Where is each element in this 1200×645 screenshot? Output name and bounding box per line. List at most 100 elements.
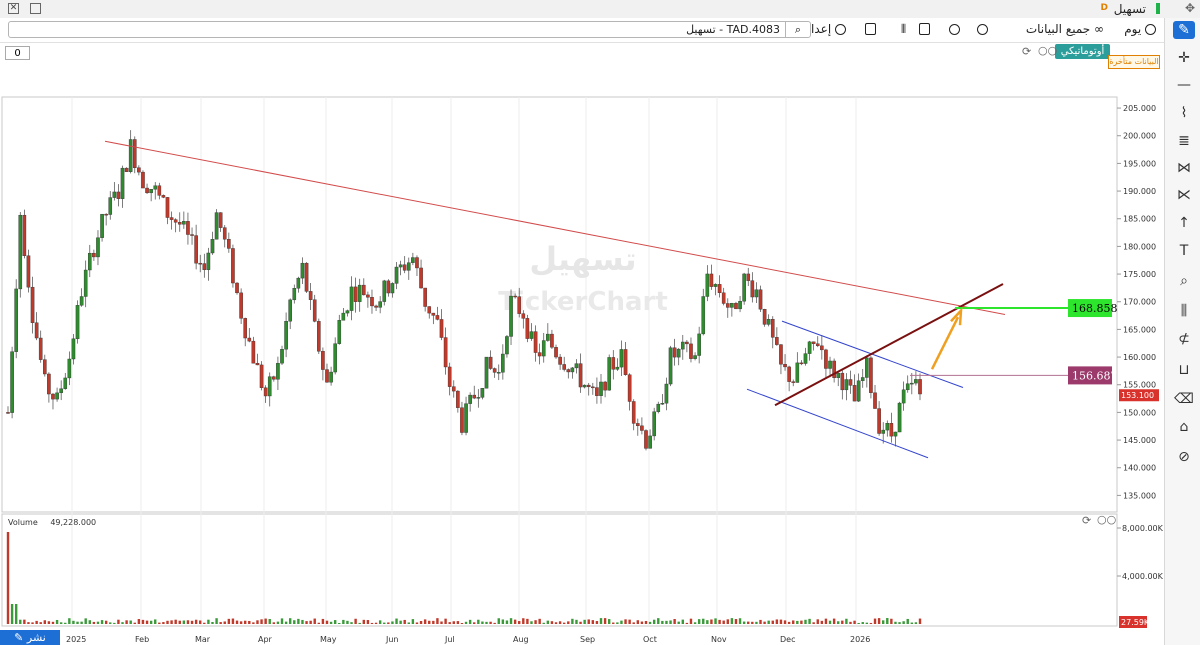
candle-body [112,191,117,198]
volume-bar [902,621,905,624]
candle-body [869,357,873,393]
auto-scale-button[interactable]: أوتوماتيكي [1055,44,1110,59]
candle-body [218,212,223,228]
candle-body [308,291,313,300]
magnet-icon[interactable]: ⊔ [1173,361,1195,379]
candle-body [488,356,493,369]
candles-button[interactable]: ⫴ [901,21,906,38]
zoom-icon[interactable]: ⌕ [1173,272,1195,290]
volume-menu-icon[interactable]: ○○ [1097,513,1116,526]
volume-bar [174,619,177,624]
refresh-icon[interactable]: ⟳ [1022,45,1031,58]
brush-icon[interactable]: ⌇ [1173,104,1195,122]
volume-bar [35,620,38,624]
candle-body [615,366,620,370]
price-tick-label: 155.000 [1123,381,1156,390]
alert-button[interactable] [949,21,960,38]
fibonacci-icon[interactable]: ≣ [1173,132,1195,150]
current-price-label: 153.100 [1121,391,1154,400]
candle-body [738,300,742,310]
candle-body [38,337,43,360]
volume-bar [853,620,856,624]
indicator-button[interactable] [977,21,988,38]
candle-body [672,347,677,358]
volume-bar [636,620,640,624]
candle-body [815,343,820,347]
candle-body [267,376,272,397]
candle-body [787,366,791,382]
circle-menu-icon[interactable]: ○○ [1038,44,1057,57]
candle-body [693,355,697,359]
candle-body [476,397,481,399]
measure-icon[interactable]: ⫼ [1173,302,1195,320]
clear-cursor-icon[interactable]: ⊄ [1173,330,1195,348]
all-data-button[interactable]: ∞ جميع البيانات [1026,21,1104,38]
hide-icon[interactable]: ⊘ [1173,448,1195,466]
volume-bar [436,618,439,624]
volume-bar [546,620,550,624]
volume-bar [215,618,218,624]
volume-bar [726,619,729,624]
symbol-search-input[interactable]: TAD.4083 - تسهيل ⌕ [8,21,811,38]
pencil-icon[interactable]: ✎ [1173,21,1195,39]
candle-body [721,292,726,304]
candle-body [137,167,141,173]
volume-bar [133,622,136,624]
volume-bar [542,622,545,624]
candle-body [357,284,362,302]
candle-body [210,239,215,254]
volume-bar [227,618,231,624]
volume-bar [14,604,18,624]
volume-bar [534,620,537,624]
volume-bar [837,621,840,624]
candle-body [611,357,616,370]
volume-bar [321,618,325,624]
pitchfork-icon[interactable]: ⋉ [1173,186,1195,204]
volume-bar [423,619,427,624]
candle-body [619,349,624,368]
volume-bar [607,619,611,624]
eraser-icon[interactable]: ⌫ [1173,390,1195,408]
candle-body [513,295,517,298]
move-handle-icon[interactable]: ✥ [1185,1,1195,15]
volume-bar [288,618,292,624]
candle-body [202,263,207,270]
crosshair-icon[interactable]: ✛ [1173,49,1195,67]
pattern-icon[interactable]: ⋈ [1173,159,1195,177]
maximize-window-icon[interactable] [30,3,41,14]
candle-body [897,402,902,433]
volume-bar [583,619,586,624]
price-chart[interactable]: تسهيل TickerChart 205.000 200.000 195.000 1… [0,42,1164,645]
close-window-icon[interactable]: ✕ [8,3,19,14]
target-price-label: 168.858 [1072,302,1118,315]
volume-bar [358,622,361,624]
volume-bar [812,622,815,624]
candle-body [820,345,824,351]
volume-bar [526,618,529,624]
candle-body [636,423,640,427]
volume-bar [575,619,578,624]
publish-button[interactable]: نشر ✎ [0,630,60,645]
chart-type-icon[interactable] [919,23,930,35]
candle-body [881,429,885,434]
candle-body [177,222,182,225]
volume-bar [31,622,34,624]
volume-bar [440,621,443,624]
volume-bar [477,619,480,624]
lock-icon[interactable]: ⌂ [1173,418,1195,436]
camera-icon[interactable] [865,23,876,35]
arrow-up-icon[interactable]: ↑ [1173,214,1195,232]
candle-body [435,315,440,320]
volume-bar [272,622,276,624]
horizontal-line-icon[interactable]: — [1173,76,1195,94]
search-icon[interactable]: ⌕ [785,22,810,37]
text-tool-icon[interactable]: T [1173,242,1195,260]
volume-bar [706,620,709,624]
candle-body [652,411,656,437]
volume-bar [501,619,505,624]
candle-body [161,195,166,198]
volume-bar [301,619,304,624]
price-tick-label: 170.000 [1123,298,1156,307]
period-button[interactable]: يوم [1124,21,1156,38]
volume-refresh-icon[interactable]: ⟳ [1082,514,1091,527]
